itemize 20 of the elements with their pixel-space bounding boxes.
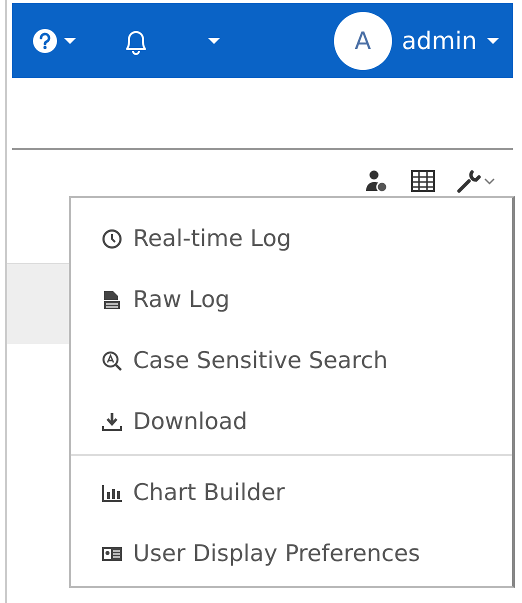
menu-item[interactable]: User Display Preferences (133, 540, 420, 566)
table-icon[interactable] (411, 170, 435, 192)
caret-icon[interactable] (208, 38, 220, 44)
menu-item[interactable]: Raw Log (133, 286, 230, 312)
wrench-icon[interactable] (457, 169, 481, 193)
search-icon (101, 350, 123, 372)
menu-item[interactable]: Download (133, 408, 248, 434)
user-settings-icon[interactable] (365, 169, 389, 193)
document-icon (101, 288, 123, 310)
menu-item[interactable]: Chart Builder (133, 480, 285, 506)
clock-icon (101, 228, 123, 250)
download-icon (101, 410, 123, 432)
caret-icon[interactable] (64, 38, 76, 44)
menu-item[interactable]: Case Sensitive Search (133, 348, 388, 374)
help-icon[interactable] (32, 28, 58, 54)
user-name[interactable]: admin (402, 26, 477, 54)
menu-item[interactable]: Real-time Log (133, 226, 292, 252)
user-avatar[interactable]: A (334, 12, 392, 70)
chevron-icon[interactable] (484, 178, 495, 184)
caret-icon[interactable] (487, 38, 499, 44)
